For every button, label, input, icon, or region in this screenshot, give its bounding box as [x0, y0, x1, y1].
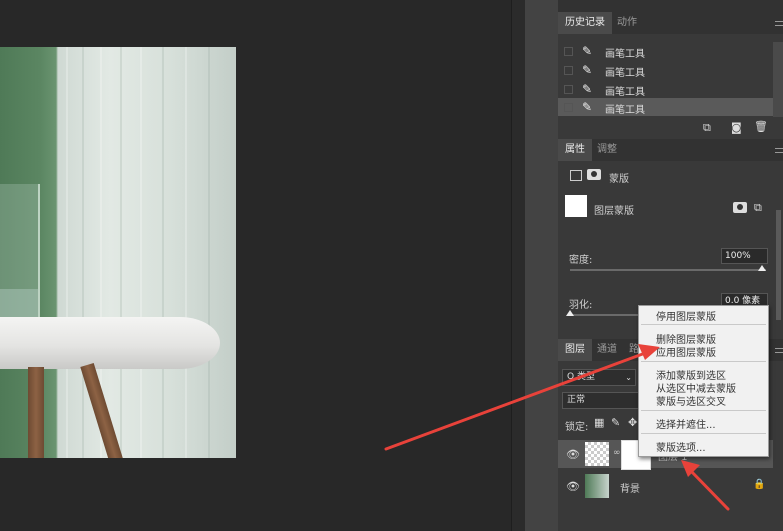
arrow-to-apply-layer-mask [384, 344, 660, 451]
annotation-arrows [384, 344, 730, 511]
arrow-to-layer-mask-thumbnail [681, 460, 730, 511]
